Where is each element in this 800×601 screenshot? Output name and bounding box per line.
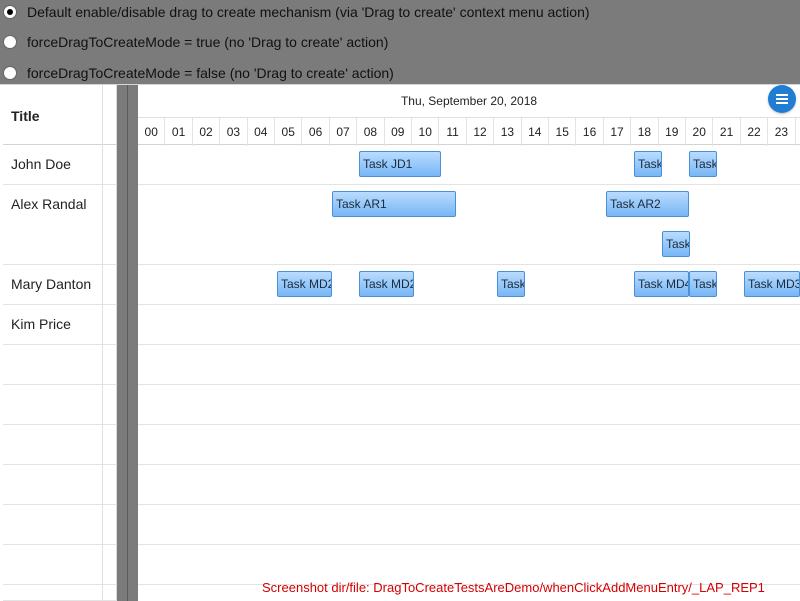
- menu-button[interactable]: [768, 85, 796, 113]
- resource-grid: Title John Doe Alex Randal Mary Danton K…: [3, 85, 117, 601]
- task-bar[interactable]: Task: [689, 151, 717, 177]
- hour-07: 07: [330, 118, 358, 146]
- options-panel: Default enable/disable drag to create me…: [0, 0, 800, 84]
- timeline-empty-row[interactable]: [138, 505, 800, 545]
- hour-18: 18: [631, 118, 659, 146]
- empty-row[interactable]: [3, 585, 117, 601]
- hour-strip: 00 01 02 03 04 05 06 07 08 09 10 11 12 1…: [138, 117, 800, 146]
- empty-row[interactable]: [3, 345, 117, 385]
- timeline-area[interactable]: Thu, September 20, 2018 00 01 02 03 04 0…: [138, 85, 800, 601]
- date-label: Thu, September 20, 2018: [400, 94, 538, 108]
- gantt-frame: Title John Doe Alex Randal Mary Danton K…: [0, 84, 800, 601]
- hour-02: 02: [193, 118, 221, 146]
- option-label: forceDragToCreateMode = false (no 'Drag …: [27, 65, 394, 81]
- option-force-false[interactable]: forceDragToCreateMode = false (no 'Drag …: [0, 61, 394, 85]
- task-bar[interactable]: Task: [497, 271, 525, 297]
- task-bar[interactable]: Task MD2: [277, 271, 332, 297]
- resource-row-alex-randal[interactable]: Alex Randal: [3, 185, 117, 265]
- radio-icon[interactable]: [3, 35, 17, 49]
- hour-06: 06: [302, 118, 330, 146]
- task-bar[interactable]: Task MD3: [744, 271, 800, 297]
- grid-header: Title: [3, 85, 117, 145]
- task-bar[interactable]: Task: [634, 151, 662, 177]
- empty-row[interactable]: [3, 465, 117, 505]
- hour-16: 16: [576, 118, 604, 146]
- grid-timeline-splitter[interactable]: [117, 85, 138, 601]
- timeline-empty-row[interactable]: [138, 425, 800, 465]
- hour-17: 17: [604, 118, 632, 146]
- radio-icon[interactable]: [3, 66, 17, 80]
- radio-icon[interactable]: [3, 5, 17, 19]
- hour-19: 19: [659, 118, 686, 146]
- splitter-line: [127, 85, 128, 601]
- hour-22: 22: [741, 118, 769, 146]
- task-bar[interactable]: Task: [689, 271, 717, 297]
- option-force-true[interactable]: forceDragToCreateMode = true (no 'Drag t…: [0, 30, 388, 54]
- hour-20: 20: [686, 118, 714, 146]
- timeline-empty-row[interactable]: [138, 545, 800, 585]
- empty-row[interactable]: [3, 425, 117, 465]
- hour-21: 21: [713, 118, 741, 146]
- option-label: forceDragToCreateMode = true (no 'Drag t…: [27, 34, 389, 50]
- hour-14: 14: [522, 118, 549, 146]
- hour-23: 23: [768, 118, 796, 146]
- timeline-row-alex-randal[interactable]: [138, 185, 800, 265]
- hour-10: 10: [412, 118, 440, 146]
- resource-row-john-doe[interactable]: John Doe: [3, 145, 117, 185]
- hour-03: 03: [220, 118, 248, 146]
- hour-08: 08: [357, 118, 385, 146]
- task-bar[interactable]: Task JD1: [359, 151, 441, 177]
- hour-09: 09: [385, 118, 412, 146]
- task-bar[interactable]: Task AR1: [332, 191, 456, 217]
- timeline-empty-row[interactable]: [138, 345, 800, 385]
- hour-00: 00: [138, 118, 166, 146]
- timeline-empty-row[interactable]: [138, 385, 800, 425]
- task-bar[interactable]: Task AR2: [606, 191, 689, 217]
- screenshot-path-note: Screenshot dir/file: DragToCreateTestsAr…: [262, 580, 765, 595]
- task-bar[interactable]: Task MD4: [634, 271, 689, 297]
- option-label: Default enable/disable drag to create me…: [27, 4, 590, 20]
- task-bar[interactable]: Task MD2: [359, 271, 414, 297]
- hour-13: 13: [494, 118, 522, 146]
- resource-name: Mary Danton: [11, 276, 92, 292]
- resource-name: Alex Randal: [11, 196, 87, 212]
- menu-icon: [776, 94, 788, 104]
- timeline-header: Thu, September 20, 2018 00 01 02 03 04 0…: [138, 85, 800, 146]
- task-bar[interactable]: Task: [662, 231, 690, 257]
- timeline-row-kim-price[interactable]: [138, 305, 800, 345]
- hour-05: 05: [275, 118, 303, 146]
- hour-04: 04: [248, 118, 275, 146]
- hour-15: 15: [549, 118, 577, 146]
- empty-row[interactable]: [3, 545, 117, 585]
- hour-11: 11: [439, 118, 467, 146]
- resource-name: John Doe: [11, 156, 71, 172]
- resource-name: Kim Price: [11, 316, 71, 332]
- title-column-header[interactable]: Title: [11, 108, 40, 124]
- empty-row[interactable]: [3, 385, 117, 425]
- empty-row[interactable]: [3, 505, 117, 545]
- option-default-drag-to-create[interactable]: Default enable/disable drag to create me…: [0, 0, 590, 24]
- timeline-empty-row[interactable]: [138, 465, 800, 505]
- hour-12: 12: [467, 118, 495, 146]
- hour-01: 01: [165, 118, 193, 146]
- resource-row-mary-danton[interactable]: Mary Danton: [3, 265, 117, 305]
- resource-row-kim-price[interactable]: Kim Price: [3, 305, 117, 345]
